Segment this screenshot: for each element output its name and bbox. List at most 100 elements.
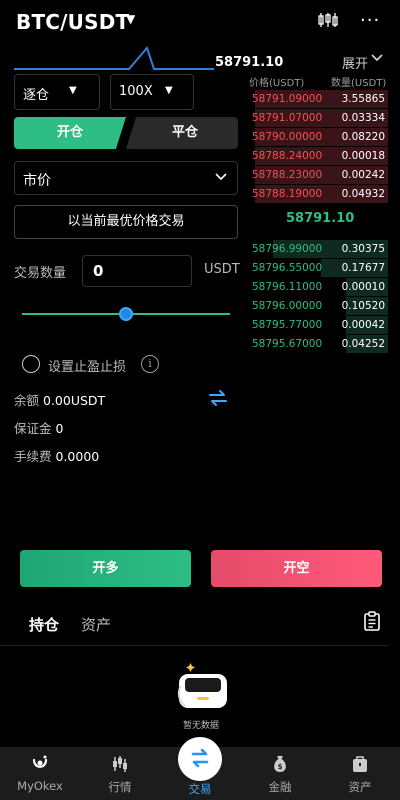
tab-positions[interactable]: 持仓	[29, 614, 59, 635]
bid-qty: 0.10520	[341, 300, 385, 312]
bid-qty: 0.00042	[341, 319, 385, 331]
empty-state-text: 暂无数据	[183, 721, 220, 731]
tab-close-position[interactable]: 平仓	[126, 117, 238, 149]
bid-row[interactable]: 58795.77000 0.00042	[248, 316, 388, 334]
bid-price: 58796.11000	[252, 281, 323, 293]
stop-loss-radio[interactable]	[22, 355, 40, 373]
open-long-button[interactable]: 开多	[20, 550, 191, 587]
nav-item-finance[interactable]: $	[240, 754, 320, 774]
nav-label-trade[interactable]: 交易	[160, 781, 240, 797]
margin-row: 保证金 0	[14, 418, 63, 437]
orderbook-qty-header: 数量(USDT)	[331, 78, 387, 89]
svg-text:$: $	[278, 763, 283, 771]
ask-row[interactable]: 58790.00000 0.08220	[248, 128, 388, 146]
margin-value: 0	[55, 421, 64, 436]
order-type-select[interactable]: 市价	[14, 161, 238, 195]
nav-item-myokex[interactable]	[0, 754, 80, 774]
nav-label-myokex[interactable]: MyOkex	[0, 779, 80, 793]
bid-price: 58796.00000	[252, 300, 323, 312]
bid-price: 58795.67000	[252, 338, 323, 350]
bid-row[interactable]: 58796.11000 0.00010	[248, 278, 388, 296]
mini-price-chart	[14, 46, 214, 70]
candlestick-chart-icon[interactable]	[318, 12, 338, 28]
leverage-value: 100X	[119, 84, 153, 99]
expand-toggle[interactable]: 展开	[342, 53, 368, 72]
ask-price: 58791.07000	[252, 112, 323, 124]
caret-down-icon: ▼	[165, 85, 173, 96]
ask-price: 58788.19000	[252, 188, 323, 200]
trade-icon	[191, 748, 209, 768]
caret-down-icon: ▼	[69, 85, 77, 96]
wallet-icon	[353, 756, 367, 772]
tabs-divider	[0, 645, 388, 646]
ask-row[interactable]: 58791.09000 3.55865	[248, 90, 388, 108]
ask-qty: 0.08220	[341, 131, 385, 143]
last-price: 58791.10	[215, 55, 284, 70]
nav-label-market[interactable]: 行情	[80, 779, 160, 795]
tab-assets[interactable]: 资产	[81, 614, 111, 635]
market-icon	[113, 756, 127, 772]
bid-price: 58795.77000	[252, 319, 323, 331]
margin-mode-select[interactable]: 逐仓 ▼	[14, 74, 100, 110]
transfer-swap-icon[interactable]	[207, 388, 229, 408]
stop-loss-label[interactable]: 设置止盈止损	[48, 356, 126, 375]
fee-label: 手续费	[14, 449, 52, 464]
pair-dropdown-caret-icon[interactable]: ▼	[126, 12, 135, 26]
ask-price: 58788.23000	[252, 169, 323, 181]
order-type-value: 市价	[23, 173, 51, 189]
bid-qty: 0.17677	[341, 262, 385, 274]
quantity-unit: USDT	[204, 262, 240, 277]
bid-qty: 0.30375	[341, 243, 385, 255]
order-history-icon[interactable]	[363, 611, 381, 631]
info-icon[interactable]: i	[141, 355, 159, 373]
best-price-button[interactable]: 以当前最优价格交易	[14, 205, 238, 239]
ask-qty: 3.55865	[341, 93, 385, 105]
fee-value: 0.0000	[55, 449, 100, 464]
bid-qty: 0.04252	[341, 338, 385, 350]
nav-label-finance[interactable]: 金融	[240, 779, 320, 795]
okex-logo-icon	[32, 755, 48, 768]
quantity-label: 交易数量	[14, 266, 67, 281]
open-short-button[interactable]: 开空	[211, 550, 382, 587]
balance-value: 0.00USDT	[43, 393, 106, 408]
fee-row: 手续费 0.0000	[14, 446, 99, 465]
balance-label: 余额	[14, 393, 40, 408]
nav-item-trade[interactable]	[160, 745, 240, 771]
ask-row[interactable]: 58791.07000 0.03334	[248, 109, 388, 127]
bid-row[interactable]: 58795.67000 0.04252	[248, 335, 388, 353]
nav-item-assets[interactable]	[320, 754, 400, 774]
ask-qty: 0.00242	[341, 169, 385, 181]
finance-bag-icon: $	[274, 756, 286, 772]
ask-row[interactable]: 58788.24000 0.00018	[248, 147, 388, 165]
ask-price: 58788.24000	[252, 150, 323, 162]
ask-row[interactable]: 58788.19000 0.04932	[248, 185, 388, 203]
balance-row: 余额 0.00USDT	[14, 390, 105, 409]
pair-title[interactable]: BTC/USDT	[16, 10, 129, 34]
bid-row[interactable]: 58796.99000 0.30375	[248, 240, 388, 258]
margin-label: 保证金	[14, 421, 52, 436]
ask-qty: 0.04932	[341, 188, 385, 200]
chevron-down-icon	[215, 173, 227, 181]
nav-item-market[interactable]	[80, 754, 160, 774]
bid-row[interactable]: 58796.00000 0.10520	[248, 297, 388, 315]
ask-row[interactable]: 58788.23000 0.00242	[248, 166, 388, 184]
bid-price: 58796.55000	[252, 262, 323, 274]
quantity-input[interactable]	[82, 255, 192, 287]
ask-price: 58791.09000	[252, 93, 323, 105]
ask-qty: 0.00018	[341, 150, 385, 162]
empty-box-icon	[177, 663, 227, 708]
leverage-select[interactable]: 100X ▼	[110, 74, 194, 110]
margin-mode-value: 逐仓	[23, 88, 50, 103]
ask-qty: 0.03334	[341, 112, 385, 124]
bid-price: 58796.99000	[252, 243, 323, 255]
nav-label-assets[interactable]: 资产	[320, 779, 400, 795]
bid-row[interactable]: 58796.55000 0.17677	[248, 259, 388, 277]
orderbook-price-header: 价格(USDT)	[249, 78, 305, 89]
chevron-down-icon[interactable]	[370, 53, 384, 63]
quantity-slider-handle[interactable]	[119, 307, 133, 321]
orderbook-mid-price: 58791.10	[286, 211, 355, 226]
bid-qty: 0.00010	[341, 281, 385, 293]
ask-price: 58790.00000	[252, 131, 323, 143]
tab-open-position[interactable]: 开仓	[14, 117, 126, 149]
more-menu-icon[interactable]: ···	[360, 10, 380, 31]
